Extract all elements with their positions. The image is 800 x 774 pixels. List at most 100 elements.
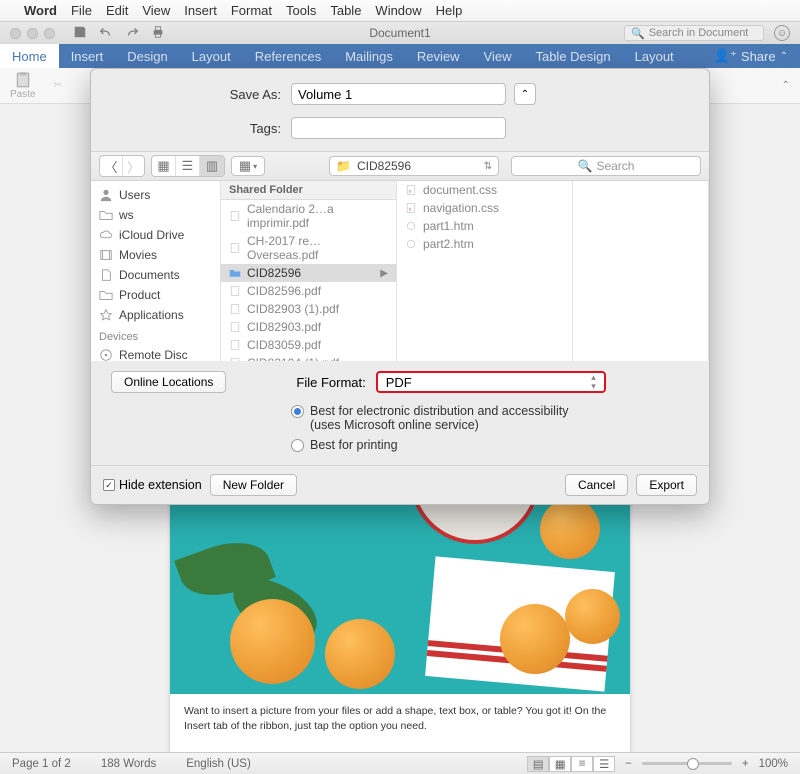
option-electronic-label: Best for electronic distribution and acc… (310, 404, 568, 418)
chevron-updown-icon: ▴▾ (591, 373, 596, 391)
sidebar-item-icloud[interactable]: iCloud Drive (91, 225, 220, 245)
undo-icon[interactable] (99, 25, 113, 42)
status-bar: Page 1 of 2 188 Words English (US) ▤ ▦ ≡… (0, 752, 800, 774)
save-dialog: Save As: ⌃ Tags: 〈 〉 ▦ ☰ ▥ ▦▾ 📁 CID82596… (90, 68, 710, 505)
shared-folder-header: Shared Folder (221, 181, 396, 200)
menu-view[interactable]: View (142, 3, 170, 18)
file-item[interactable]: part2.htm (397, 235, 572, 253)
view-icon-mode[interactable]: ▦ (152, 156, 176, 176)
zoom-out-button[interactable]: − (625, 758, 632, 770)
file-item[interactable]: sdocument.css (397, 181, 572, 199)
zoom-window-icon[interactable] (44, 28, 55, 39)
minimize-window-icon[interactable] (27, 28, 38, 39)
option-electronic[interactable]: Best for electronic distribution and acc… (291, 401, 689, 435)
menu-window[interactable]: Window (375, 3, 421, 18)
tab-references[interactable]: References (243, 44, 333, 68)
status-language[interactable]: English (US) (186, 758, 251, 770)
view-list-mode[interactable]: ☰ (176, 156, 200, 176)
tags-input[interactable] (291, 117, 506, 139)
path-popup[interactable]: 📁 CID82596 ⇅ (329, 156, 499, 176)
option-printing-label: Best for printing (310, 438, 398, 452)
menu-app[interactable]: Word (24, 3, 57, 18)
redo-icon[interactable] (125, 25, 139, 42)
paste-button[interactable]: Paste (10, 71, 36, 100)
file-item[interactable]: CID82596.pdf (221, 282, 396, 300)
browser-column-1: Shared Folder Calendario 2…a imprimir.pd… (221, 181, 397, 361)
view-column-mode[interactable]: ▥ (200, 156, 224, 176)
new-folder-button[interactable]: New Folder (210, 474, 297, 496)
sidebar-item-users[interactable]: Users (91, 185, 220, 205)
cut-icon[interactable]: ✂ (54, 80, 62, 91)
tab-view[interactable]: View (472, 44, 524, 68)
feedback-icon[interactable]: ☺ (774, 25, 790, 41)
file-item[interactable]: CID82903 (1).pdf (221, 300, 396, 318)
tab-insert[interactable]: Insert (59, 44, 116, 68)
zoom-value[interactable]: 100% (759, 758, 788, 770)
ribbon-collapse-icon[interactable]: ⌃ (782, 80, 790, 91)
online-locations-button[interactable]: Online Locations (111, 371, 226, 393)
save-as-label: Save As: (111, 87, 291, 102)
tab-home[interactable]: Home (0, 44, 59, 68)
menu-insert[interactable]: Insert (184, 3, 217, 18)
finder-search[interactable]: 🔍Search (511, 156, 701, 176)
export-button[interactable]: Export (636, 474, 697, 496)
file-item[interactable]: CID82596▶ (221, 264, 396, 282)
sidebar-item-documents[interactable]: Documents (91, 265, 220, 285)
tab-review[interactable]: Review (405, 44, 472, 68)
nav-back-button[interactable]: 〈 (100, 156, 122, 176)
radio-off-icon (291, 439, 304, 452)
tab-table-design[interactable]: Table Design (523, 44, 622, 68)
save-as-input[interactable] (291, 83, 506, 105)
tab-design[interactable]: Design (115, 44, 179, 68)
file-item[interactable]: CID83104 (1).pdf (221, 354, 396, 361)
tab-layout[interactable]: Layout (180, 44, 243, 68)
menu-format[interactable]: Format (231, 3, 272, 18)
browser-column-3 (573, 181, 709, 361)
file-item[interactable]: CID83059.pdf (221, 336, 396, 354)
file-format-label: File Format: (296, 375, 365, 390)
file-item[interactable]: part1.htm (397, 217, 572, 235)
save-icon[interactable] (73, 25, 87, 42)
view-print-layout-icon[interactable]: ▤ (527, 756, 549, 772)
inserted-image[interactable] (170, 494, 630, 694)
menu-help[interactable]: Help (436, 3, 463, 18)
sidebar-item-movies[interactable]: Movies (91, 245, 220, 265)
menu-file[interactable]: File (71, 3, 92, 18)
arrange-button[interactable]: ▦▾ (231, 156, 265, 176)
image-caption: Want to insert a picture from your files… (170, 694, 630, 743)
sidebar-item-remote-disc[interactable]: Remote Disc (91, 345, 220, 365)
radio-on-icon (291, 405, 304, 418)
tab-mailings[interactable]: Mailings (333, 44, 405, 68)
sidebar-item-product[interactable]: Product (91, 285, 220, 305)
print-icon[interactable] (151, 25, 165, 42)
view-outline-icon[interactable]: ≡ (571, 756, 593, 772)
menu-edit[interactable]: Edit (106, 3, 128, 18)
option-printing[interactable]: Best for printing (291, 435, 689, 455)
menu-table[interactable]: Table (330, 3, 361, 18)
sidebar-devices-header: Devices (91, 325, 220, 345)
file-item[interactable]: snavigation.css (397, 199, 572, 217)
zoom-slider[interactable] (642, 762, 732, 765)
view-web-layout-icon[interactable]: ▦ (549, 756, 571, 772)
file-item[interactable]: CH-2017 re…Overseas.pdf (221, 232, 396, 264)
file-format-select[interactable]: PDF ▴▾ (376, 371, 606, 393)
menu-tools[interactable]: Tools (286, 3, 316, 18)
file-item[interactable]: Calendario 2…a imprimir.pdf (221, 200, 396, 232)
collapse-button[interactable]: ⌃ (514, 83, 536, 105)
sidebar-item-ws[interactable]: ws (91, 205, 220, 225)
browser-column-2: sdocument.csssnavigation.csspart1.htmpar… (397, 181, 573, 361)
view-draft-icon[interactable]: ☰ (593, 756, 615, 772)
path-label: CID82596 (357, 159, 411, 173)
cancel-button[interactable]: Cancel (565, 474, 628, 496)
nav-forward-button[interactable]: 〉 (122, 156, 144, 176)
file-item[interactable]: CID82903.pdf (221, 318, 396, 336)
sidebar-item-applications[interactable]: Applications (91, 305, 220, 325)
tab-layout2[interactable]: Layout (623, 44, 686, 68)
close-window-icon[interactable] (10, 28, 21, 39)
status-page[interactable]: Page 1 of 2 (12, 758, 71, 770)
share-button[interactable]: 👤⁺Share⌃ (702, 44, 800, 68)
hide-extension-checkbox[interactable]: ✓ Hide extension (103, 478, 202, 492)
zoom-in-button[interactable]: + (742, 758, 749, 770)
titlebar-search[interactable]: 🔍Search in Document (624, 25, 764, 41)
status-words[interactable]: 188 Words (101, 758, 156, 770)
